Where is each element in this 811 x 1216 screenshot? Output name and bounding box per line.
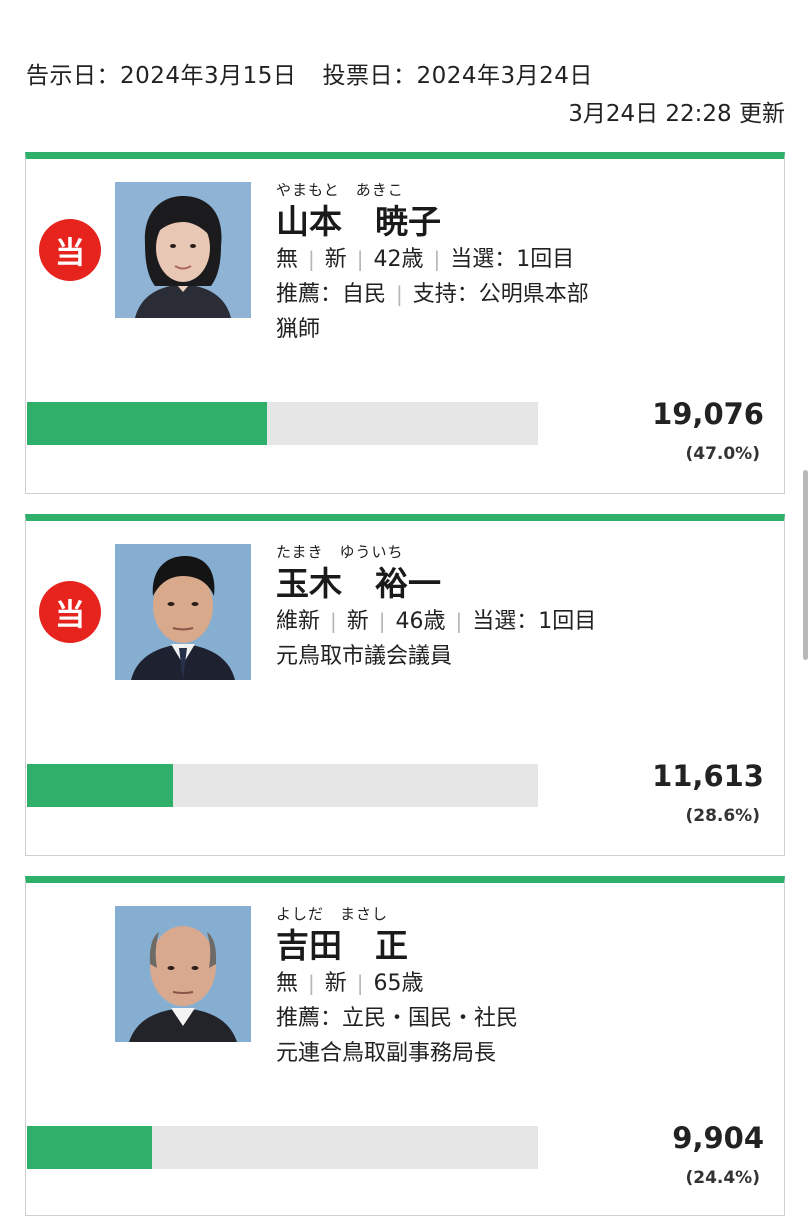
party: 無 <box>276 247 299 272</box>
scrollbar[interactable] <box>803 470 808 660</box>
candidate-attributes: 無 | 新 | 42歳 | 当選：1回目 <box>276 242 764 277</box>
separator: | <box>356 247 364 271</box>
candidate-name: 山本 暁子 <box>276 202 441 241</box>
notice-date: 告示日：2024年3月15日 <box>26 63 297 89</box>
age: 46歳 <box>395 609 446 634</box>
candidate-name: 玉木 裕一 <box>276 564 441 603</box>
separator: | <box>396 282 403 306</box>
vote-bar-fill <box>27 1126 152 1169</box>
candidate-info: よしだ まさし 吉田 正 無 | 新 | 65歳 推薦：立民・国民・社民 元連合鳥取副事… <box>276 903 764 1071</box>
vote-percent: (47.0%) <box>685 444 760 464</box>
separator: | <box>330 609 337 633</box>
candidate-name: 吉田 正 <box>276 926 408 965</box>
candidate-kana: たまき ゆういち <box>276 543 404 561</box>
endorsement: 推薦：自民 <box>276 282 387 307</box>
separator: | <box>378 609 386 633</box>
candidate-photo <box>115 906 251 1042</box>
candidate-info: たまき ゆういち 玉木 裕一 維新 | 新 | 46歳 | 当選：1回目 元鳥取市議会議員 <box>276 541 764 674</box>
candidate-card: 当 たまき ゆういち 玉木 裕一 維新 | 新 | 46歳 | 当選：1回目 元鳥取市議会議… <box>25 514 785 856</box>
vote-count: 9,904 <box>672 1121 764 1155</box>
vote-percent: (28.6%) <box>685 806 760 826</box>
candidate-career: 元鳥取市議会議員 <box>276 644 453 669</box>
terms: 当選：1回目 <box>450 247 575 272</box>
update-time: 3月24日 22:28 更新 <box>568 101 785 127</box>
candidate-photo <box>115 182 251 318</box>
age: 42歳 <box>373 247 424 272</box>
separator: | <box>356 971 364 995</box>
candidate-kana: よしだ まさし <box>276 905 389 923</box>
status: 新 <box>324 971 347 996</box>
candidate-photo <box>115 544 251 680</box>
candidate-card: よしだ まさし 吉田 正 無 | 新 | 65歳 推薦：立民・国民・社民 元連合鳥取副事… <box>25 876 785 1216</box>
party: 無 <box>276 971 299 996</box>
vote-count: 19,076 <box>652 397 764 431</box>
candidate-attributes: 維新 | 新 | 46歳 | 当選：1回目 <box>276 604 764 639</box>
vote-bar-fill <box>27 764 174 807</box>
support: 支持：公明県本部 <box>412 282 589 307</box>
separator: | <box>308 247 315 271</box>
status: 新 <box>324 247 347 272</box>
candidate-career: 元連合鳥取副事務局長 <box>276 1041 497 1066</box>
elected-badge: 当 <box>39 581 101 643</box>
election-dates: 告示日：2024年3月15日 投票日：2024年3月24日 <box>26 56 593 90</box>
vote-bar <box>27 402 538 445</box>
separator: | <box>455 609 463 633</box>
age: 65歳 <box>373 971 424 996</box>
terms: 当選：1回目 <box>472 609 597 634</box>
separator: | <box>433 247 441 271</box>
elected-badge: 当 <box>39 219 101 281</box>
vote-bar <box>27 764 538 807</box>
vote-date: 投票日：2024年3月24日 <box>322 63 593 89</box>
candidate-endorsement: 推薦：立民・国民・社民 <box>276 1006 519 1031</box>
candidate-kana: やまもと あきこ <box>276 181 404 199</box>
vote-percent: (24.4%) <box>685 1168 760 1188</box>
candidate-card: 当 やまもと あきこ 山本 暁子 無 | 新 | 42歳 | 当選：1回目 推薦：自民 | 支持… <box>25 152 785 494</box>
vote-count: 11,613 <box>652 759 764 793</box>
candidate-info: やまもと あきこ 山本 暁子 無 | 新 | 42歳 | 当選：1回目 推薦：自民 | 支持：公… <box>276 179 764 347</box>
status: 新 <box>346 609 369 634</box>
party: 維新 <box>276 609 321 634</box>
separator: | <box>308 971 315 995</box>
candidate-attributes: 無 | 新 | 65歳 <box>276 966 764 1001</box>
candidate-support: 推薦：自民 | 支持：公明県本部 <box>276 277 764 312</box>
candidate-career: 猟師 <box>276 317 321 342</box>
vote-bar <box>27 1126 538 1169</box>
vote-bar-fill <box>27 402 268 445</box>
